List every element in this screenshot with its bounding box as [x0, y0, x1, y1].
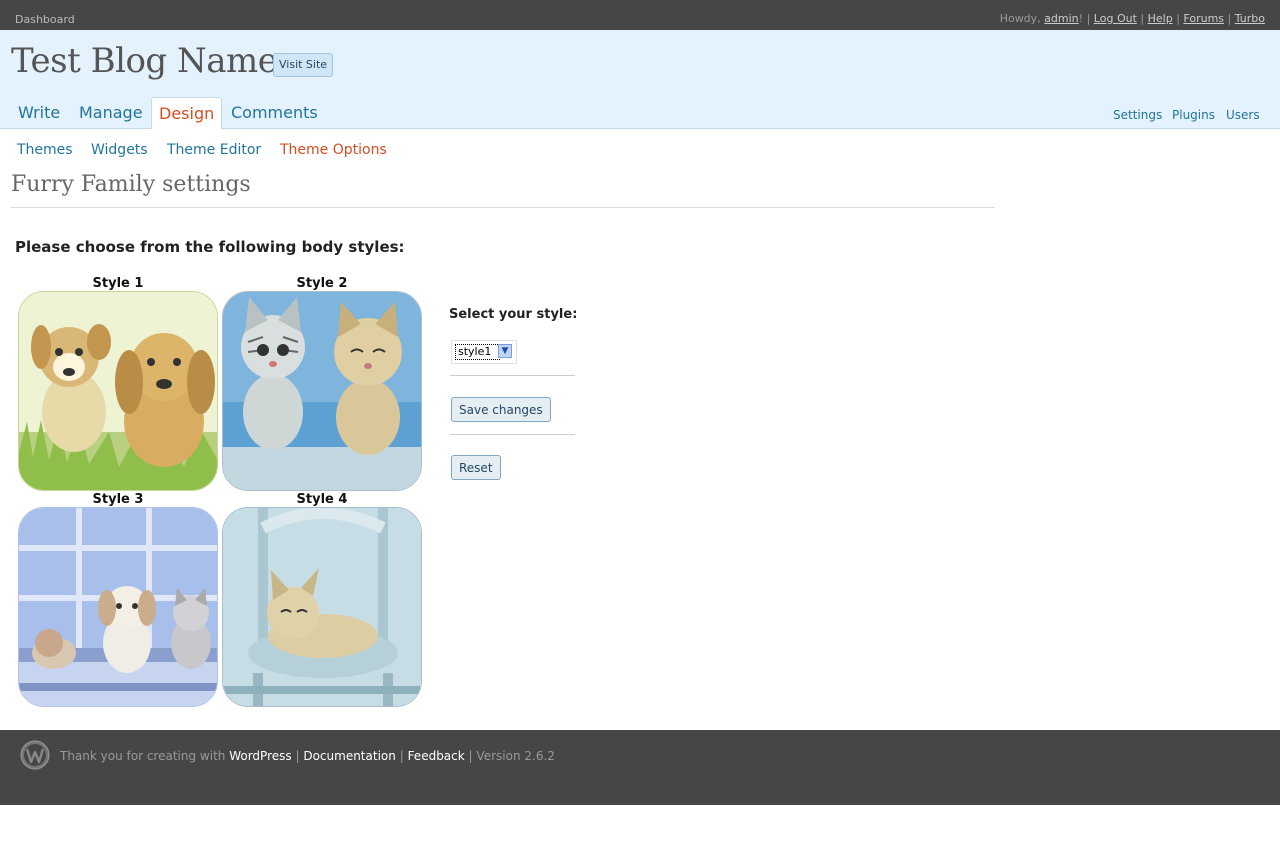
feedback-link[interactable]: Feedback	[408, 749, 465, 763]
separator: |	[1086, 12, 1091, 25]
wordpress-logo-icon[interactable]	[20, 740, 50, 770]
kittens-illustration	[223, 292, 421, 490]
style-4-label: Style 4	[296, 492, 348, 507]
puppies-illustration	[19, 292, 217, 490]
nav-users[interactable]: Users	[1226, 108, 1260, 122]
dashboard-link[interactable]: Dashboard	[15, 13, 75, 26]
chevron-down-icon[interactable]: ▼	[498, 344, 512, 358]
style-1-label: Style 1	[92, 276, 144, 291]
forums-link[interactable]: Forums	[1183, 12, 1224, 25]
save-changes-button[interactable]: Save changes	[451, 397, 551, 422]
style-3-thumbnail[interactable]	[18, 507, 218, 707]
separator: |	[1227, 12, 1232, 25]
separator: |	[468, 749, 473, 763]
style-3-label: Style 3	[92, 492, 144, 507]
user-links: Howdy, admin! | Log Out | Help | Forums …	[1000, 12, 1265, 25]
nav-comments[interactable]: Comments	[224, 97, 325, 128]
nav-design[interactable]: Design	[151, 97, 223, 129]
style-4-thumbnail[interactable]	[222, 507, 422, 707]
subnav-themes[interactable]: Themes	[17, 142, 73, 158]
visit-site-button[interactable]: Visit Site	[273, 53, 334, 77]
separator: |	[295, 749, 300, 763]
user-link[interactable]: admin	[1044, 12, 1078, 25]
style-prompt: Please choose from the following body st…	[15, 238, 405, 256]
style-1-thumbnail[interactable]	[18, 291, 218, 491]
separator: |	[1176, 12, 1180, 25]
select-style-label: Select your style:	[449, 307, 578, 322]
nav-manage[interactable]: Manage	[72, 97, 150, 128]
style-select[interactable]: style1 ▼	[451, 340, 517, 364]
subnav-theme-options[interactable]: Theme Options	[280, 142, 387, 158]
nav-plugins[interactable]: Plugins	[1172, 108, 1215, 122]
blog-name[interactable]: Test Blog Name	[11, 41, 278, 81]
separator: |	[1140, 12, 1145, 25]
footer: Thank you for creating with WordPress | …	[0, 730, 1280, 805]
subnav-widgets[interactable]: Widgets	[91, 142, 148, 158]
window-pets-illustration	[19, 508, 217, 706]
divider	[450, 434, 575, 435]
howdy-text: Howdy,	[999, 12, 1041, 25]
nav-write[interactable]: Write	[11, 97, 67, 128]
reset-button[interactable]: Reset	[451, 455, 501, 480]
excl-text: !	[1078, 12, 1084, 25]
nav-settings[interactable]: Settings	[1113, 108, 1162, 122]
kitten-chair-illustration	[223, 508, 421, 706]
admin-top-bar: Dashboard Howdy, admin! | Log Out | Help…	[0, 0, 1280, 30]
documentation-link[interactable]: Documentation	[303, 749, 396, 763]
version-text: Version 2.6.2	[476, 749, 555, 763]
title-divider	[11, 207, 995, 208]
subnav-theme-editor[interactable]: Theme Editor	[167, 142, 261, 158]
header: Test Blog Name Visit Site Write Manage D…	[0, 30, 1280, 129]
separator: |	[399, 749, 404, 763]
divider	[450, 375, 575, 376]
turbo-link[interactable]: Turbo	[1235, 12, 1265, 25]
help-link[interactable]: Help	[1148, 12, 1173, 25]
log-out-link[interactable]: Log Out	[1094, 12, 1137, 25]
page-title: Furry Family settings	[11, 172, 251, 197]
style-2-thumbnail[interactable]	[222, 291, 422, 491]
footer-thanks: Thank you for creating with	[60, 749, 226, 763]
footer-text: Thank you for creating with WordPress | …	[60, 749, 555, 763]
style-select-value: style1	[455, 344, 500, 360]
wordpress-link[interactable]: WordPress	[229, 749, 291, 763]
style-2-label: Style 2	[296, 276, 348, 291]
